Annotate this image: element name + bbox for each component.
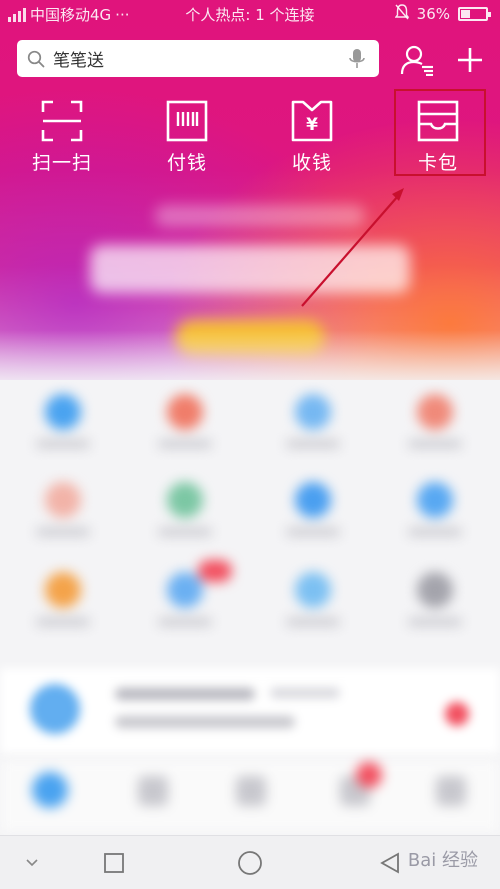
yuan-receive-icon: ¥ (291, 100, 333, 142)
grid-item[interactable] (278, 394, 348, 448)
scan-action[interactable]: 扫一扫 (12, 100, 112, 180)
annotation-highlight-box (394, 89, 486, 176)
battery-percent: 36% (416, 5, 450, 23)
barcode-icon (166, 100, 208, 142)
grid-item[interactable] (28, 482, 98, 536)
square-icon (104, 853, 124, 873)
svg-text:¥: ¥ (306, 115, 318, 135)
chevron-down-icon (26, 859, 38, 867)
grid-item[interactable] (150, 394, 220, 448)
add-button[interactable] (450, 40, 490, 80)
pay-action[interactable]: 付钱 (137, 100, 237, 180)
scan-icon (41, 100, 83, 142)
grid-item[interactable] (400, 482, 470, 536)
mic-icon[interactable] (347, 48, 367, 70)
search-icon (27, 50, 45, 67)
status-bar: 中国移动4G ··· 个人热点: 1 个连接 36% (0, 0, 500, 28)
nav-back-button[interactable] (370, 836, 410, 889)
grid-item[interactable] (278, 572, 348, 626)
grid-item[interactable] (278, 482, 348, 536)
receive-label: 收钱 (291, 152, 332, 174)
nav-recent-button[interactable] (94, 836, 134, 889)
bottom-tabs[interactable] (0, 760, 500, 832)
nav-home-button[interactable] (230, 836, 270, 889)
battery-icon (458, 7, 491, 21)
message-card[interactable] (0, 668, 500, 754)
pay-label: 付钱 (166, 152, 207, 174)
grid-item[interactable] (28, 572, 98, 626)
contacts-icon (400, 45, 433, 76)
contacts-button[interactable] (398, 40, 438, 80)
watermark: Bai 经验 (407, 850, 478, 871)
search-input[interactable] (53, 48, 347, 69)
back-triangle-icon (380, 852, 399, 874)
nav-down-button[interactable] (12, 836, 52, 889)
grid-item[interactable] (400, 572, 470, 626)
plus-icon (458, 48, 482, 72)
receive-action[interactable]: ¥ 收钱 (262, 100, 362, 180)
circle-icon (238, 851, 262, 875)
alarm-icon (394, 4, 410, 24)
grid-item[interactable] (28, 394, 98, 448)
scan-label: 扫一扫 (31, 152, 92, 174)
search-bar[interactable] (17, 40, 379, 77)
grid-item[interactable] (400, 394, 470, 448)
grid-item[interactable] (150, 482, 220, 536)
